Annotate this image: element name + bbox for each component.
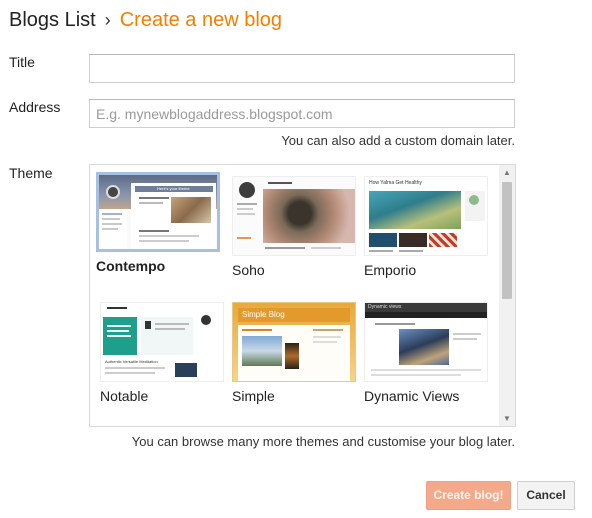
theme-option-emporio[interactable]: How Yalma Get Healthy Emporio [364, 176, 495, 278]
theme-picker: Here's your theme Contempo Soho How Yalm… [89, 164, 516, 427]
theme-name-emporio[interactable]: Emporio [364, 262, 495, 278]
theme-label: Theme [9, 165, 53, 181]
theme-option-simple[interactable]: Simple Blog Simple [232, 302, 363, 404]
title-label: Title [9, 54, 35, 70]
theme-option-contempo[interactable]: Here's your theme Contempo [96, 172, 227, 274]
address-input[interactable] [89, 99, 515, 128]
theme-scrollbar[interactable]: ▲ ▼ [499, 165, 515, 426]
scroll-down-icon[interactable]: ▼ [499, 411, 515, 426]
breadcrumb: Blogs List › Create a new blog [9, 9, 282, 32]
simple-caption: Simple Blog [242, 310, 285, 319]
browse-themes-hint: You can browse many more themes and cust… [131, 434, 515, 449]
address-label: Address [9, 99, 61, 115]
theme-thumbnail-contempo[interactable]: Here's your theme [96, 172, 220, 252]
theme-option-dynamic-views[interactable]: Dynamic views Dynamic Views [364, 302, 495, 404]
theme-name-dynamic-views[interactable]: Dynamic Views [364, 388, 495, 404]
theme-name-soho[interactable]: Soho [232, 262, 363, 278]
create-blog-button[interactable]: Create blog! [426, 481, 511, 510]
dynamic-views-caption: Dynamic views [368, 304, 402, 310]
theme-option-notable[interactable]: Authentic Versatile Meditation Notable [100, 302, 231, 404]
notable-caption: Authentic Versatile Meditation [105, 359, 158, 364]
breadcrumb-separator-icon: › [104, 10, 111, 30]
theme-thumbnail-simple[interactable]: Simple Blog [232, 302, 356, 382]
theme-thumbnail-soho[interactable] [232, 176, 356, 256]
theme-name-contempo[interactable]: Contempo [96, 258, 227, 274]
scroll-up-icon[interactable]: ▲ [499, 165, 515, 180]
theme-thumbnail-notable[interactable]: Authentic Versatile Meditation [100, 302, 224, 382]
scroll-thumb[interactable] [502, 182, 512, 299]
emporio-caption: How Yalma Get Healthy [369, 180, 422, 186]
breadcrumb-blogs-list-link[interactable]: Blogs List [9, 9, 96, 31]
theme-thumbnail-emporio[interactable]: How Yalma Get Healthy [364, 176, 488, 256]
title-input[interactable] [89, 54, 515, 83]
page-title: Create a new blog [119, 9, 283, 31]
theme-thumbnail-dynamic-views[interactable]: Dynamic views [364, 302, 488, 382]
address-hint: You can also add a custom domain later. [281, 133, 515, 148]
contempo-caption: Here's your theme [135, 186, 213, 192]
theme-option-soho[interactable]: Soho [232, 176, 363, 278]
theme-name-simple[interactable]: Simple [232, 388, 363, 404]
cancel-button[interactable]: Cancel [517, 481, 575, 510]
theme-name-notable[interactable]: Notable [100, 388, 231, 404]
